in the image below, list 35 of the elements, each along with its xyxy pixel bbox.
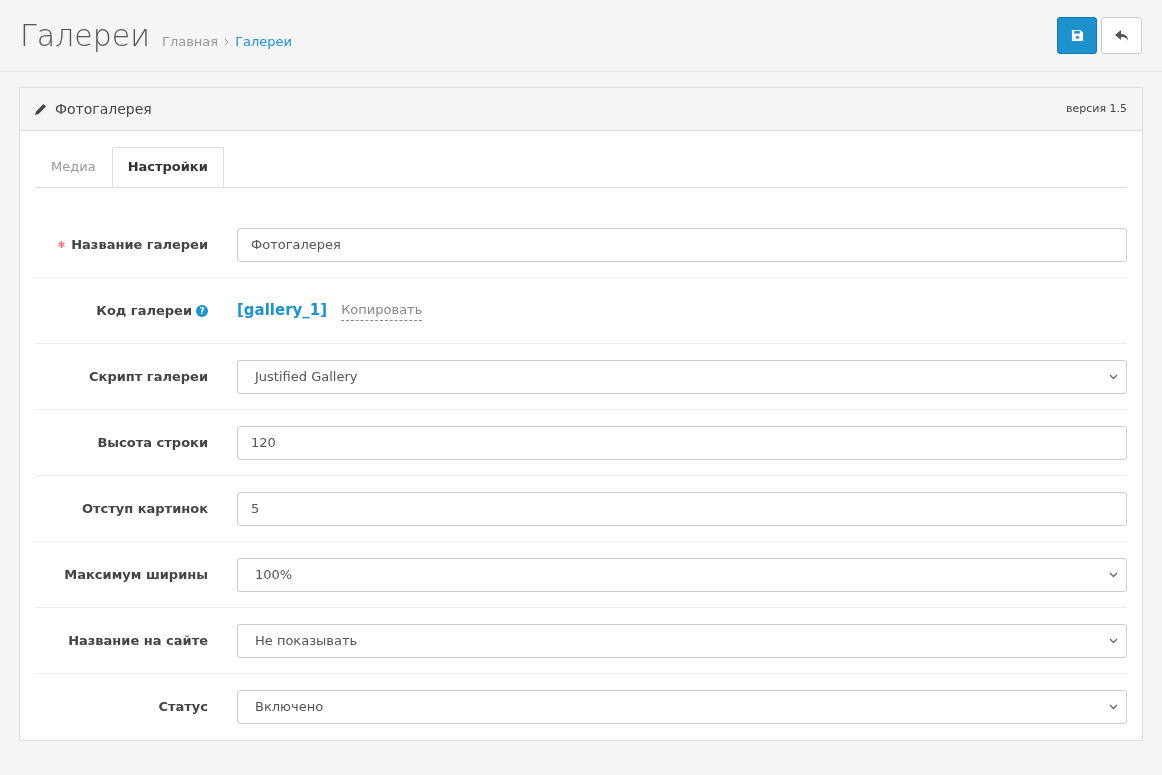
text-field[interactable]: 5 — [237, 491, 1127, 526]
chevron-down-icon — [1109, 571, 1118, 578]
chevron-down-icon — [1109, 637, 1118, 644]
chevron-right-icon — [224, 38, 230, 46]
field-label: Скрипт галереи — [89, 367, 208, 386]
field-label: Высота строки — [97, 433, 208, 452]
save-button[interactable] — [1057, 17, 1097, 54]
help-icon: ? — [196, 304, 208, 317]
tab[interactable]: Настройки — [111, 147, 224, 187]
page-title: Галереи — [20, 17, 150, 55]
text-field[interactable]: Фотогалерея — [237, 227, 1127, 262]
copy-link[interactable]: Копировать — [341, 300, 423, 321]
pencil-icon — [35, 103, 47, 115]
field-label: Максимум ширины — [64, 565, 208, 584]
select-value: 100% — [255, 565, 293, 584]
select-value: Не показывать — [255, 631, 358, 650]
chevron-down-icon — [1109, 373, 1118, 380]
select-field[interactable]: Включено — [237, 690, 1127, 724]
reply-arrow-icon — [1114, 29, 1129, 42]
select-value: Justified Gallery — [255, 367, 358, 386]
select-field[interactable]: 100% — [237, 557, 1127, 592]
field-label: Название галереи — [71, 235, 208, 254]
select-value: Включено — [255, 698, 324, 717]
shortcode-text: [gallery_1] — [237, 300, 328, 322]
select-field[interactable]: Не показывать — [237, 623, 1127, 658]
field-label: Отступ картинок — [81, 499, 208, 518]
field-label: Статус — [158, 698, 208, 717]
panel-title: Фотогалерея — [55, 99, 152, 119]
version-label: версия 1.5 — [1065, 100, 1127, 117]
chevron-down-icon — [1109, 704, 1118, 710]
text-field[interactable]: 120 — [237, 425, 1127, 460]
back-button[interactable] — [1101, 17, 1142, 54]
select-field[interactable]: Justified Gallery — [237, 359, 1127, 394]
field-label: Название на сайте — [68, 631, 208, 650]
field-label: Код галереи — [96, 301, 192, 320]
